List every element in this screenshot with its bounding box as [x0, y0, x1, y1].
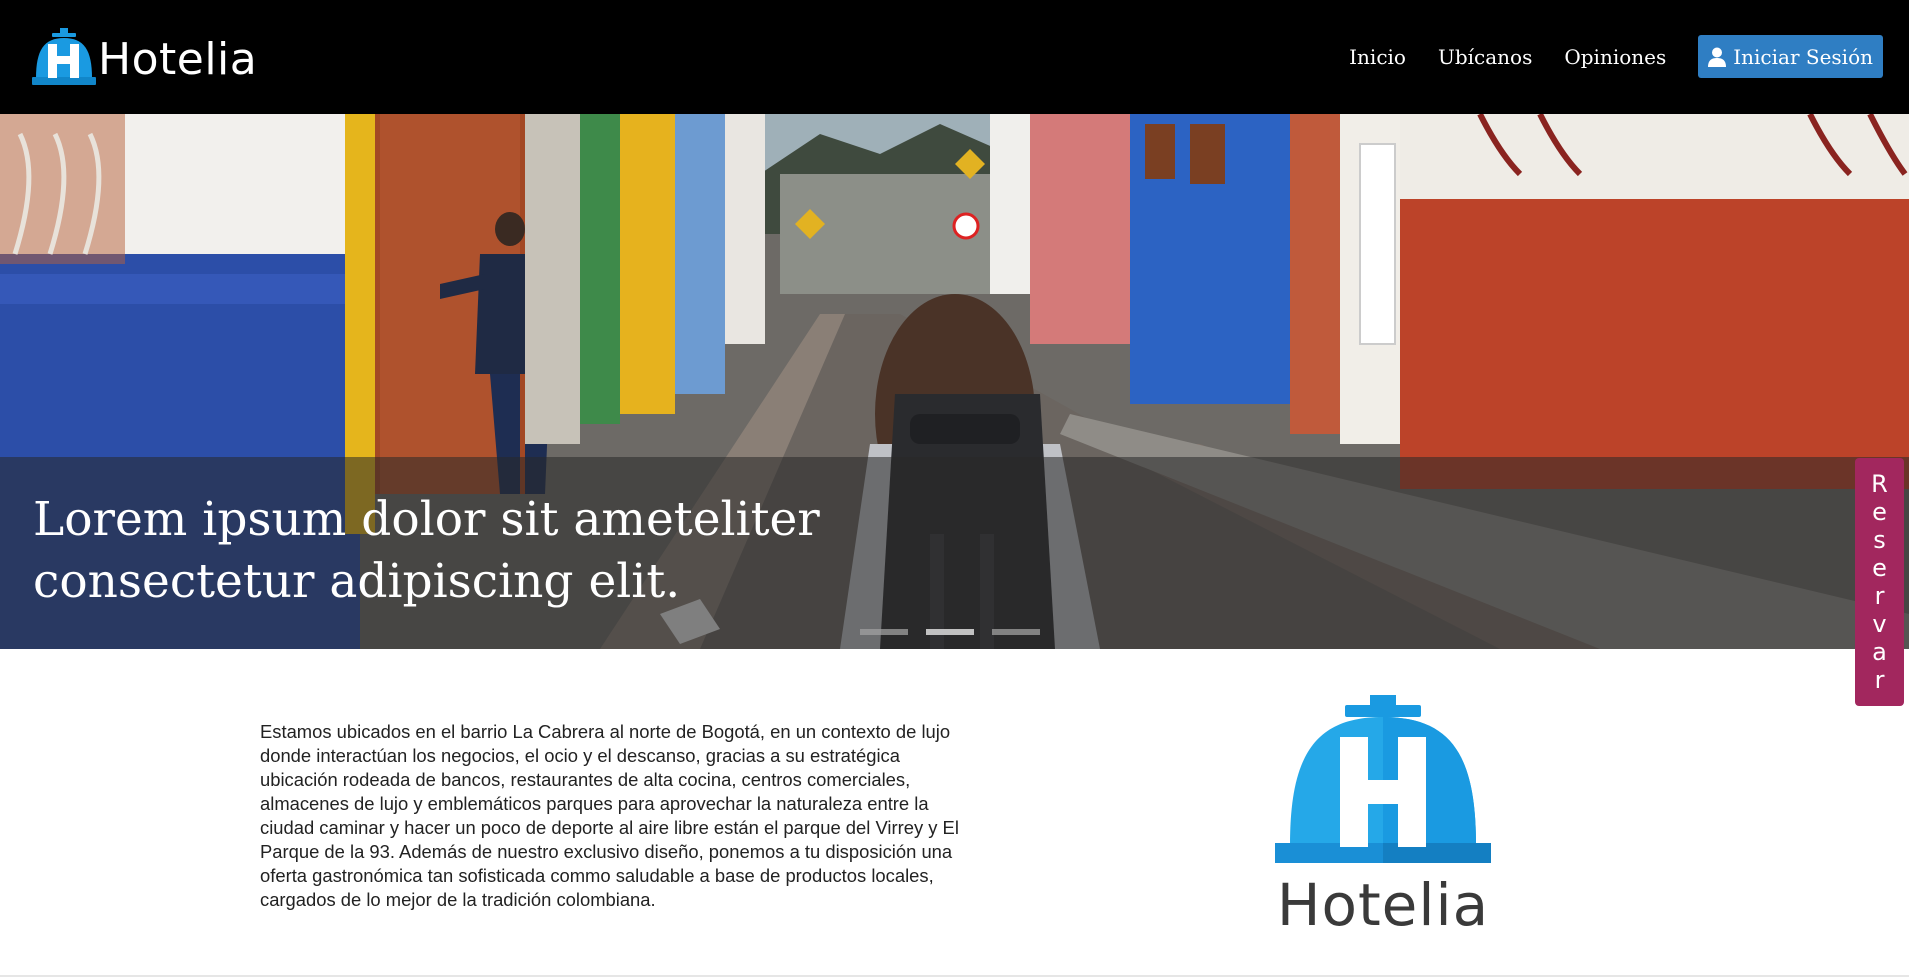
about-paragraph: Estamos ubicados en el barrio La Cabrera…: [260, 721, 959, 910]
login-button-label: Iniciar Sesión: [1733, 44, 1873, 69]
hero-caption: Lorem ipsum dolor sit ameteliter consect…: [33, 492, 820, 609]
brand-logo[interactable]: Hotelia: [30, 26, 257, 86]
hotel-bell-logo-icon: [32, 28, 96, 85]
logo-large-text: Hotelia: [1276, 871, 1490, 939]
page: Hotelia Inicio Ubícanos Opiniones Inicia…: [0, 0, 1909, 977]
carousel-indicators: [860, 629, 1058, 635]
hero-carousel[interactable]: Lorem ipsum dolor sit ameteliter consect…: [0, 114, 1909, 649]
brand-name: Hotelia: [98, 34, 258, 85]
reservar-letter: r: [1874, 582, 1885, 610]
reservar-letter: R: [1871, 470, 1888, 498]
nav-link-ubicanos[interactable]: Ubícanos: [1438, 45, 1532, 69]
nav-link-opiniones[interactable]: Opiniones: [1564, 45, 1666, 69]
user-icon: [1708, 47, 1727, 67]
reservar-letter: s: [1873, 526, 1886, 554]
navbar: Hotelia Inicio Ubícanos Opiniones Inicia…: [0, 0, 1909, 114]
reservar-side-tab[interactable]: Reservar: [1855, 458, 1904, 706]
carousel-indicator-1[interactable]: [860, 629, 908, 635]
hotel-bell-large-icon: [1275, 695, 1491, 863]
login-button[interactable]: Iniciar Sesión: [1698, 35, 1883, 78]
reservar-letter: a: [1872, 638, 1887, 666]
nav-link-inicio[interactable]: Inicio: [1349, 45, 1406, 69]
carousel-indicator-3[interactable]: [992, 629, 1040, 635]
reservar-letter: e: [1872, 554, 1887, 582]
main-nav: Inicio Ubícanos Opiniones Iniciar Sesión: [1349, 35, 1883, 78]
reservar-letter: v: [1872, 610, 1887, 638]
reservar-letter: r: [1874, 666, 1885, 694]
reservar-letter: e: [1872, 498, 1887, 526]
carousel-indicator-2[interactable]: [926, 629, 974, 635]
hotelia-logo-large: Hotelia: [1275, 695, 1491, 939]
